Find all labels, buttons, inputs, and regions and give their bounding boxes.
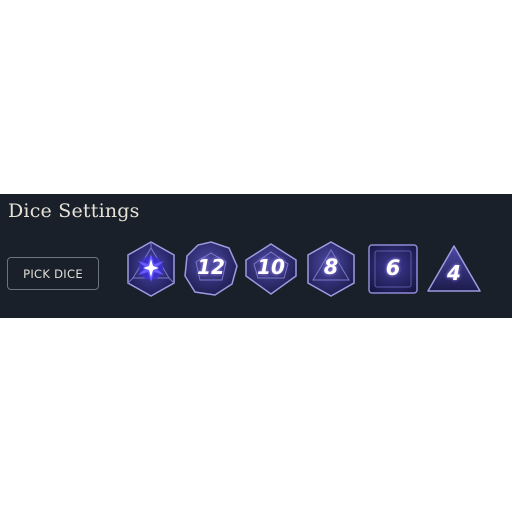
- d12-die-icon: [184, 241, 238, 296]
- d8-die-icon: [307, 241, 355, 297]
- d20-die-button[interactable]: [122, 240, 180, 298]
- d10-die-button[interactable]: 10: [242, 240, 300, 298]
- dice-row: 12 10 8 6 4: [0, 194, 512, 318]
- d4-die-button[interactable]: 4: [425, 240, 483, 298]
- d20-die-icon: [127, 241, 175, 297]
- d6-die-button[interactable]: 6: [364, 240, 422, 298]
- d4-die-icon: [427, 245, 481, 292]
- page: Dice Settings PICK DICE 12 10 8 6 4: [0, 0, 512, 512]
- d12-die-button[interactable]: 12: [182, 240, 240, 298]
- d10-die-icon: [245, 243, 297, 295]
- d8-die-button[interactable]: 8: [302, 240, 360, 298]
- dice-settings-panel: Dice Settings PICK DICE 12 10 8 6 4: [0, 194, 512, 318]
- d6-die-icon: [368, 244, 418, 294]
